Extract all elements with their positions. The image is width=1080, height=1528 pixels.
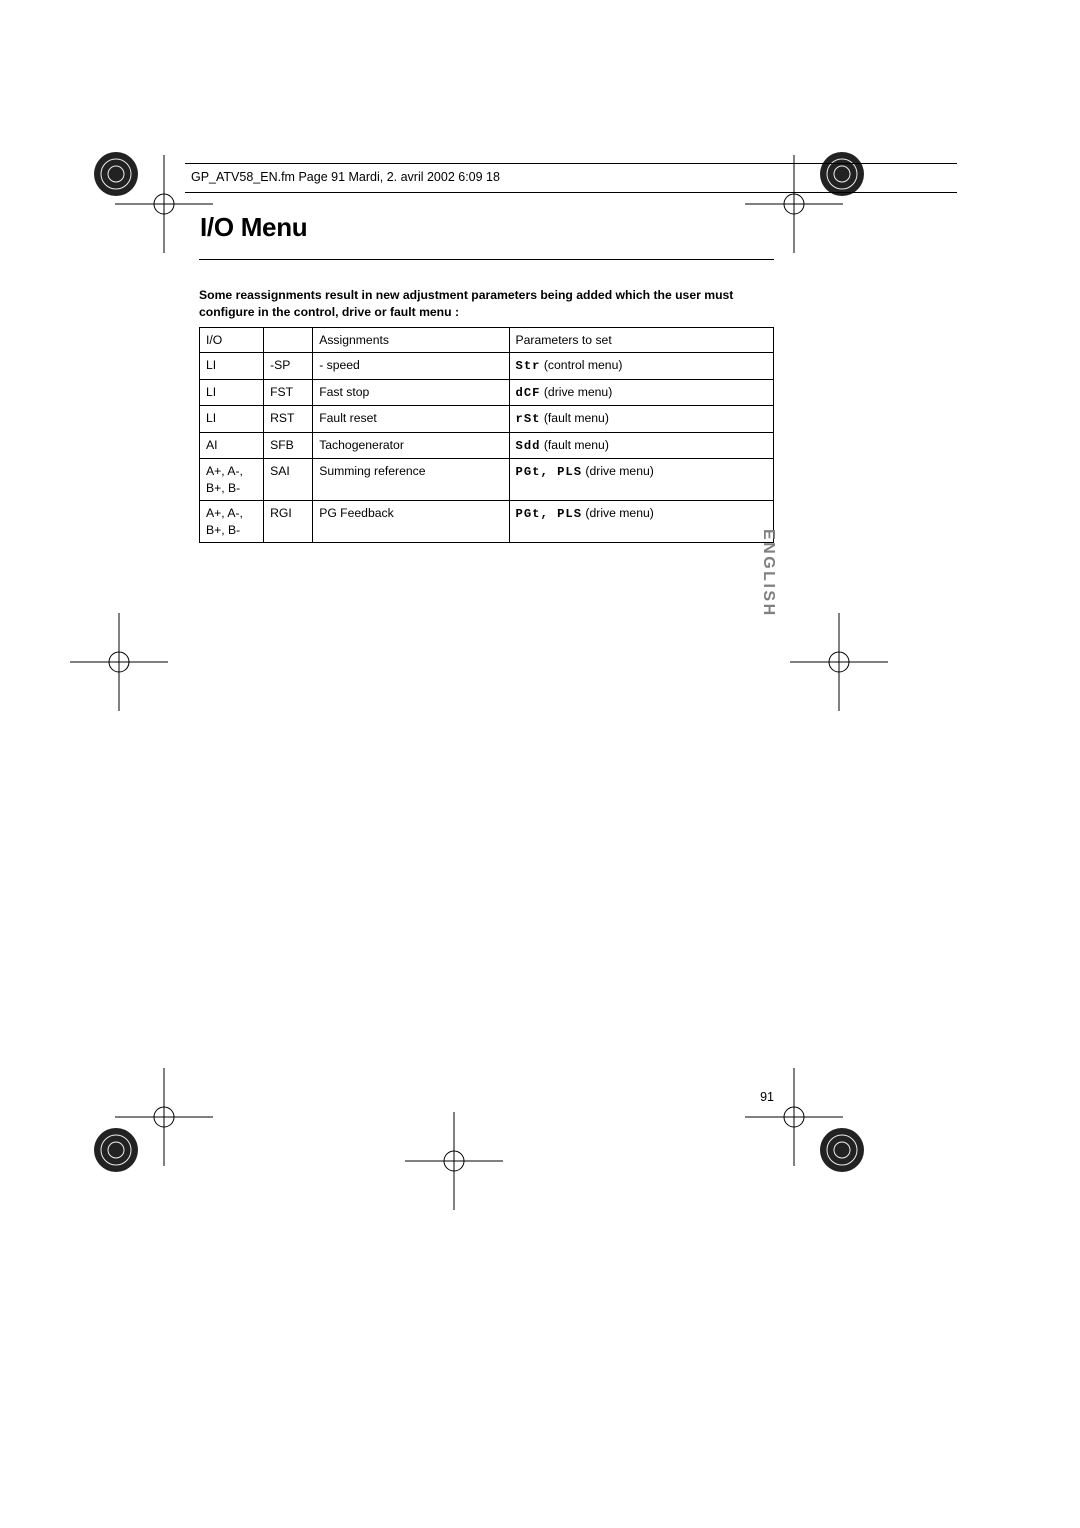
- cell-io: A+, A-, B+, B-: [200, 459, 264, 501]
- regmark-bot-right: [745, 1068, 843, 1166]
- menu-tail: (drive menu): [582, 506, 654, 520]
- cell-asg: Fast stop: [313, 379, 509, 405]
- table-row: A+, A-, B+, B- SAI Summing reference PGt…: [200, 459, 774, 501]
- cell-asg: Tachogenerator: [313, 432, 509, 458]
- menu-tail: (drive menu): [582, 464, 654, 478]
- page-header: GP_ATV58_EN.fm Page 91 Mardi, 2. avril 2…: [185, 163, 957, 193]
- th-code: [264, 328, 313, 353]
- corner-gear-botright: [818, 1126, 866, 1174]
- seg-code: rSt: [516, 412, 541, 426]
- title-rule: [199, 259, 774, 260]
- cell-par: PGt, PLS (drive menu): [509, 501, 773, 543]
- table-row: AI SFB Tachogenerator Sdd (fault menu): [200, 432, 774, 458]
- menu-tail: (control menu): [540, 358, 622, 372]
- cell-par: Sdd (fault menu): [509, 432, 773, 458]
- seg-code: PGt, PLS: [516, 507, 583, 521]
- regmark-mid-right: [790, 613, 888, 711]
- th-parameters: Parameters to set: [509, 328, 773, 353]
- cell-asg: Summing reference: [313, 459, 509, 501]
- cell-cd: FST: [264, 379, 313, 405]
- table-row: LI RST Fault reset rSt (fault menu): [200, 406, 774, 432]
- corner-gear-botleft: [92, 1126, 140, 1174]
- seg-code: Sdd: [516, 439, 541, 453]
- cell-asg: PG Feedback: [313, 501, 509, 543]
- menu-tail: (fault menu): [540, 411, 608, 425]
- cell-cd: RGI: [264, 501, 313, 543]
- intro-text: Some reassignments result in new adjustm…: [199, 287, 774, 321]
- cell-io: AI: [200, 432, 264, 458]
- cell-asg: - speed: [313, 353, 509, 379]
- th-io: I/O: [200, 328, 264, 353]
- table-row: LI -SP - speed Str (control menu): [200, 353, 774, 379]
- cell-asg: Fault reset: [313, 406, 509, 432]
- language-tab: ENGLISH: [759, 529, 777, 618]
- regmark-mid-left: [70, 613, 168, 711]
- seg-code: Str: [516, 359, 541, 373]
- table-header-row: I/O Assignments Parameters to set: [200, 328, 774, 353]
- cell-par: PGt, PLS (drive menu): [509, 459, 773, 501]
- io-table: I/O Assignments Parameters to set LI -SP…: [199, 327, 774, 543]
- cell-io: LI: [200, 406, 264, 432]
- header-text: GP_ATV58_EN.fm Page 91 Mardi, 2. avril 2…: [191, 170, 500, 184]
- cell-cd: SFB: [264, 432, 313, 458]
- table-row: LI FST Fast stop dCF (drive menu): [200, 379, 774, 405]
- regmark-bot-left: [115, 1068, 213, 1166]
- cell-io: LI: [200, 379, 264, 405]
- menu-tail: (fault menu): [540, 438, 608, 452]
- cell-par: dCF (drive menu): [509, 379, 773, 405]
- regmark-bot-center: [405, 1112, 503, 1210]
- corner-gear-topleft: [92, 150, 140, 198]
- table-row: A+, A-, B+, B- RGI PG Feedback PGt, PLS …: [200, 501, 774, 543]
- page-number: 91: [760, 1090, 774, 1104]
- cell-cd: SAI: [264, 459, 313, 501]
- seg-code: PGt, PLS: [516, 465, 583, 479]
- menu-tail: (drive menu): [540, 385, 612, 399]
- cell-io: A+, A-, B+, B-: [200, 501, 264, 543]
- seg-code: dCF: [516, 386, 541, 400]
- cell-par: rSt (fault menu): [509, 406, 773, 432]
- cell-cd: RST: [264, 406, 313, 432]
- th-assignments: Assignments: [313, 328, 509, 353]
- cell-par: Str (control menu): [509, 353, 773, 379]
- page-title: I/O Menu: [200, 212, 307, 243]
- cell-cd: -SP: [264, 353, 313, 379]
- cell-io: LI: [200, 353, 264, 379]
